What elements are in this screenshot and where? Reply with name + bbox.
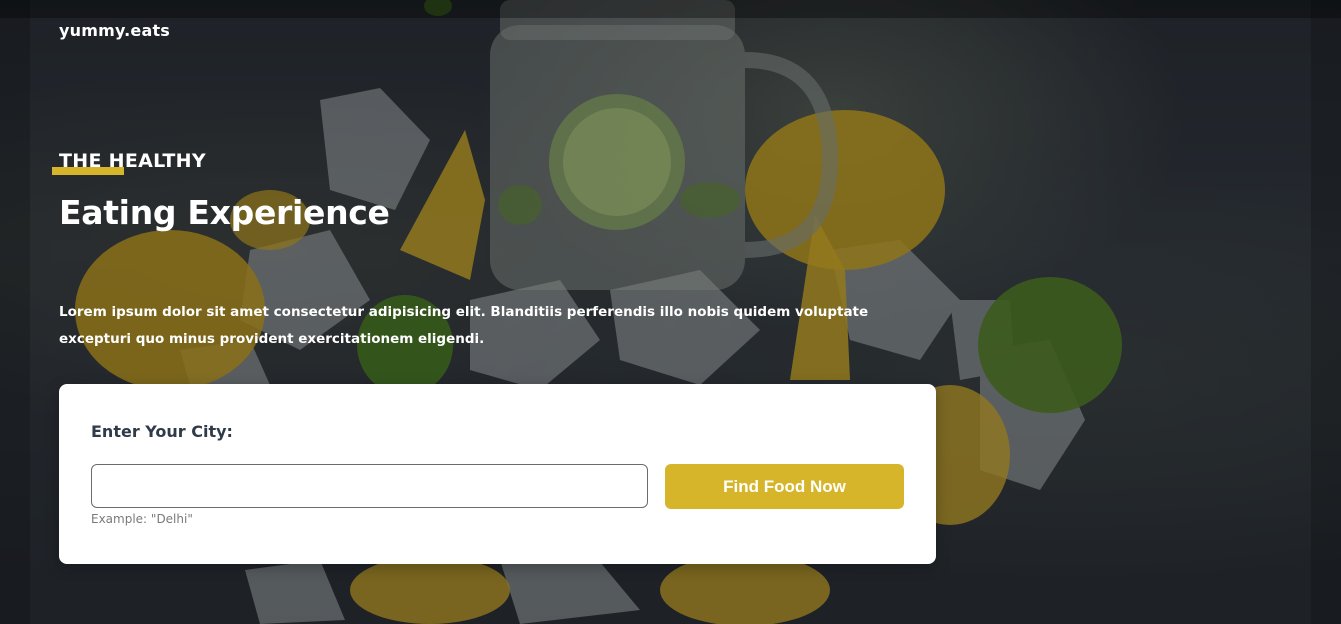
eyebrow-text: THE HEALTHY [59, 150, 206, 172]
brand-logo-link[interactable]: yummy.eats [59, 21, 170, 40]
left-edge-shade [0, 0, 30, 624]
city-label: Enter Your City: [91, 422, 233, 441]
right-edge-shade [1311, 0, 1341, 624]
city-search-card: Enter Your City: Example: "Delhi" Find F… [59, 384, 936, 564]
hero-description: Lorem ipsum dolor sit amet consectetur a… [59, 304, 869, 347]
hero-section: yummy.eats THE HEALTHY Eating Experience… [0, 0, 1341, 624]
hero-eyebrow: THE HEALTHY [52, 150, 352, 180]
find-food-button[interactable]: Find Food Now [665, 464, 904, 509]
top-dark-strip [0, 0, 1341, 18]
city-input[interactable] [91, 464, 648, 508]
hero-headline: Eating Experience [59, 193, 390, 232]
city-hint: Example: "Delhi" [91, 512, 193, 526]
